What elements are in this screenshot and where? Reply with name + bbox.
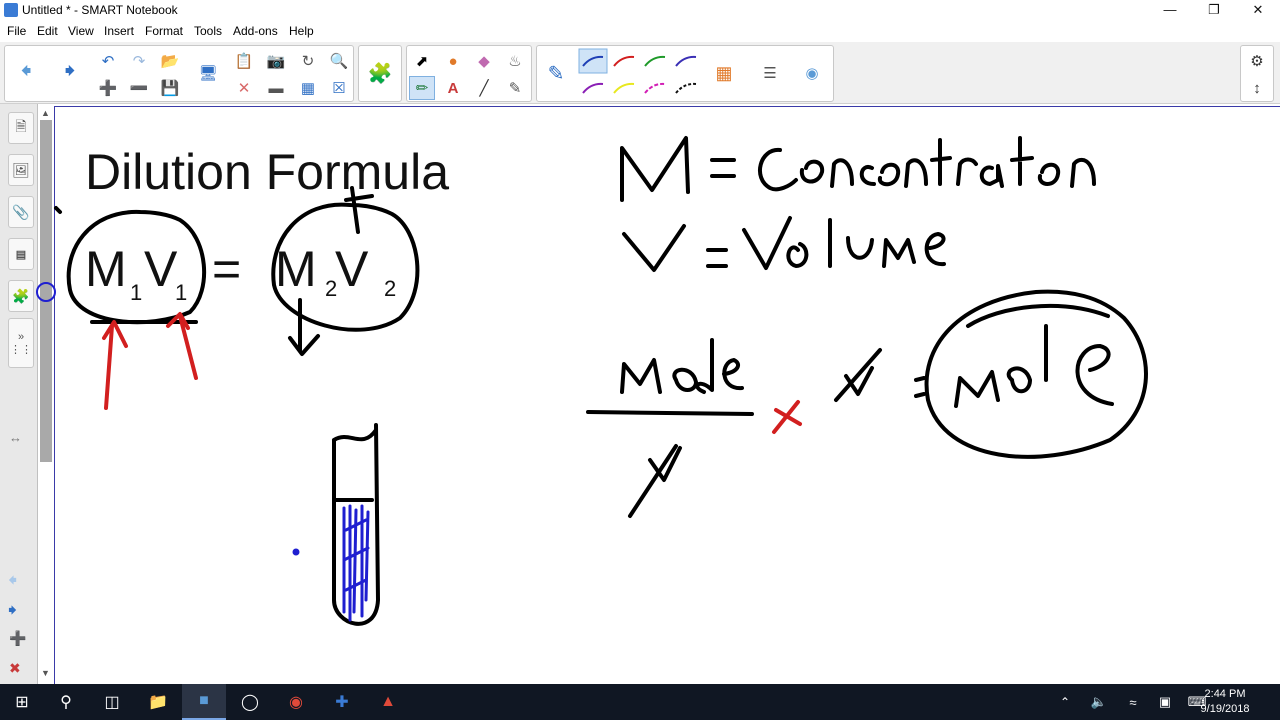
vertical-scrollbar[interactable]: ▲ ▼	[38, 106, 54, 684]
menu-file[interactable]: File	[7, 24, 26, 38]
window-title: Untitled * - SMART Notebook	[22, 3, 178, 17]
next-page-icon[interactable]: 🠺	[8, 598, 17, 628]
resize-icon[interactable]: ↔	[9, 430, 22, 445]
menu-edit[interactable]: Edit	[37, 24, 58, 38]
wifi-icon[interactable]: ≈	[1118, 684, 1148, 720]
magic-pen-icon[interactable]: ✎	[502, 76, 528, 100]
pen-color-swatches[interactable]	[577, 48, 707, 102]
color-palette-icon[interactable]: ▦	[711, 61, 737, 85]
equation-m2[interactable]: M	[275, 240, 317, 298]
menu-tools[interactable]: Tools	[194, 24, 222, 38]
fullscreen-icon[interactable]: ☒	[326, 76, 352, 100]
redo-icon[interactable]: ↷	[126, 49, 152, 73]
settings-icon[interactable]: ⚙	[1244, 49, 1270, 73]
rotate-icon[interactable]: ↻	[295, 49, 321, 73]
menu-view[interactable]: View	[68, 24, 94, 38]
windows-start-icon[interactable]: ⊞	[0, 684, 44, 720]
equation-m1[interactable]: M	[85, 240, 127, 298]
document-camera-icon[interactable]: ▬	[263, 76, 289, 100]
text-icon[interactable]: A	[440, 76, 466, 100]
select-icon[interactable]: ⬈	[409, 49, 435, 73]
properties-icon[interactable]: ▤	[8, 238, 34, 270]
equation-sub-1a[interactable]: 1	[130, 280, 142, 306]
scroll-down-icon[interactable]: ▼	[41, 668, 50, 678]
fill-icon[interactable]: ♨	[502, 49, 528, 73]
minimize-button[interactable]: —	[1148, 0, 1192, 22]
undo-icon[interactable]: ↶	[95, 49, 121, 73]
toolbar-group-main: 🠸 🠺 ↶ ↷ 📂 ➕ ➖ 💾 🖥 📋 ✕ 📷 ▬ ↻ ▦ 🔍 ☒	[4, 45, 354, 102]
sidebar-expand-button[interactable]: » ⋮⋮	[8, 318, 34, 368]
file-explorer-icon[interactable]: 📁	[136, 684, 180, 720]
restore-button[interactable]: ❐	[1192, 0, 1236, 22]
screen-shade-icon[interactable]: 🖥	[195, 61, 221, 85]
battery-icon[interactable]: ▣	[1150, 684, 1180, 720]
open-icon[interactable]: 📂	[157, 49, 183, 73]
search-icon[interactable]: ⚲	[44, 684, 88, 720]
line-icon[interactable]: ╱	[471, 76, 497, 100]
equation-v1[interactable]: V	[144, 240, 177, 298]
back-arrow-icon[interactable]: 🠸	[13, 58, 39, 85]
table-icon[interactable]: ▦	[295, 76, 321, 100]
pen-icon[interactable]: ✎	[543, 61, 569, 85]
previous-page-icon[interactable]: 🠸	[8, 568, 17, 598]
add-ons-icon[interactable]: 🧩	[367, 61, 393, 85]
toolbar-group-addons: 🧩	[358, 45, 402, 102]
gallery-icon[interactable]: 🖼	[8, 154, 34, 186]
acrobat-icon[interactable]: ▲	[366, 684, 410, 720]
line-style-icon[interactable]: ☰	[757, 61, 783, 85]
page-title[interactable]: Dilution Formula	[85, 143, 449, 201]
forward-arrow-icon[interactable]: 🠺	[57, 58, 83, 85]
cortana-icon[interactable]: ◯	[228, 684, 272, 720]
menu-bar: File Edit View Insert Format Tools Add-o…	[0, 22, 1280, 42]
shapes-icon[interactable]: ●	[440, 49, 466, 73]
scroll-up-icon[interactable]: ▲	[41, 108, 50, 118]
magnifier-icon[interactable]: 🔍	[326, 49, 352, 73]
creative-pen-icon[interactable]: ✏	[409, 76, 435, 100]
delete-icon[interactable]: ✕	[231, 76, 257, 100]
equation-sub-1b[interactable]: 1	[175, 280, 187, 306]
clock[interactable]: 2:44 PM 9/19/2018	[1190, 687, 1260, 717]
menu-add-ons[interactable]: Add-ons	[233, 24, 278, 38]
toolbar-group-pens: ✎ ▦ ☰ ◉	[536, 45, 834, 102]
page-sorter-icon[interactable]: 🗎	[8, 112, 34, 144]
toolbar-position-icon[interactable]: ↕	[1244, 76, 1270, 100]
toolbar: 🠸 🠺 ↶ ↷ 📂 ➕ ➖ 💾 🖥 📋 ✕ 📷 ▬ ↻ ▦ 🔍 ☒ 🧩 ⬈ ● …	[0, 42, 1280, 104]
attachments-icon[interactable]: 📎	[8, 196, 34, 228]
equation-equals[interactable]: =	[212, 240, 241, 298]
show-hidden-icons-icon[interactable]: ⌃	[1050, 684, 1080, 720]
menu-format[interactable]: Format	[145, 24, 183, 38]
scroll-thumb[interactable]	[40, 120, 52, 462]
smart-notebook-icon[interactable]: ■	[182, 684, 226, 720]
volume-icon[interactable]: 🔈	[1084, 684, 1114, 720]
eraser-icon[interactable]: ◆	[471, 49, 497, 73]
smart-notebook-icon	[4, 3, 18, 17]
toolbar-group-settings: ⚙ ↕	[1240, 45, 1274, 102]
chrome-icon[interactable]: ◉	[274, 684, 318, 720]
screen-capture-icon[interactable]: 📷	[263, 49, 289, 73]
clock-date: 9/19/2018	[1200, 703, 1250, 715]
taskbar: ⊞ ⚲ ◫ 📁 ■ ◯ ◉ ✚ ▲ ⌃ 🔈 ≈ ▣ ⌨ 2:44 PM 9/19…	[0, 684, 1280, 720]
grip-icon: ⋮⋮	[10, 343, 32, 356]
clock-time: 2:44 PM	[1204, 688, 1246, 700]
paste-icon[interactable]: 📋	[231, 49, 257, 73]
menu-insert[interactable]: Insert	[104, 24, 134, 38]
delete-page-icon[interactable]: ➖	[126, 76, 152, 100]
expand-icon: »	[17, 330, 25, 343]
delete-page-icon[interactable]: ✖	[9, 660, 21, 677]
new-page-icon[interactable]: ➕	[95, 76, 121, 100]
add-page-icon[interactable]: ➕	[9, 630, 26, 647]
sidebar: 🗎 🖼 📎 ▤ 🧩 » ⋮⋮ ↔ 🠸 🠺 ➕ ✖	[0, 104, 38, 684]
title-bar: Untitled * - SMART Notebook — ❐ ✕	[0, 0, 1280, 22]
menu-help[interactable]: Help	[289, 24, 314, 38]
task-view-icon[interactable]: ◫	[90, 684, 134, 720]
app-icon[interactable]: ✚	[320, 684, 364, 720]
equation-sub-2b[interactable]: 2	[384, 276, 396, 302]
equation-v2[interactable]: V	[335, 240, 368, 298]
save-icon[interactable]: 💾	[157, 76, 183, 100]
close-button[interactable]: ✕	[1236, 0, 1280, 22]
toolbar-group-tools: ⬈ ● ◆ ♨ ✏ A ╱ ✎	[406, 45, 532, 102]
properties-icon[interactable]: ◉	[799, 61, 825, 85]
add-ons-icon[interactable]: 🧩	[8, 280, 34, 312]
